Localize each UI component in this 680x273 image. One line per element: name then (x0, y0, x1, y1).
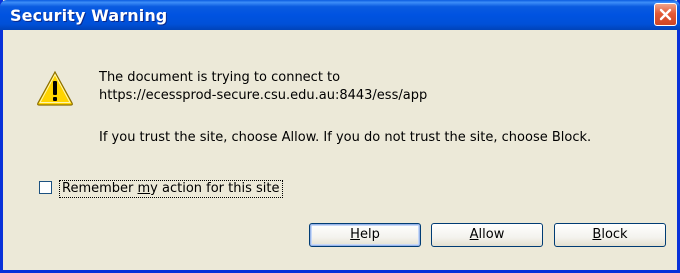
remember-action-label[interactable]: Remember my action for this site (59, 180, 283, 198)
help-button[interactable]: Help (309, 223, 421, 247)
allow-button[interactable]: Allow (431, 223, 543, 247)
remember-action-checkbox[interactable] (39, 181, 52, 194)
message-instruction: If you trust the site, choose Allow. If … (99, 130, 592, 145)
message-line-1: The document is trying to connect to (99, 70, 341, 85)
close-icon (659, 8, 672, 21)
security-warning-dialog: Security Warning The document is trying … (0, 0, 680, 273)
dialog-body: The document is trying to connect to htt… (3, 30, 677, 270)
message-url: https://ecessprod-secure.csu.edu.au:8443… (99, 88, 428, 103)
warning-icon (37, 70, 73, 106)
window-title: Security Warning (10, 6, 168, 25)
title-bar[interactable]: Security Warning (0, 0, 680, 30)
block-button[interactable]: Block (554, 223, 666, 247)
close-button[interactable] (654, 3, 677, 26)
